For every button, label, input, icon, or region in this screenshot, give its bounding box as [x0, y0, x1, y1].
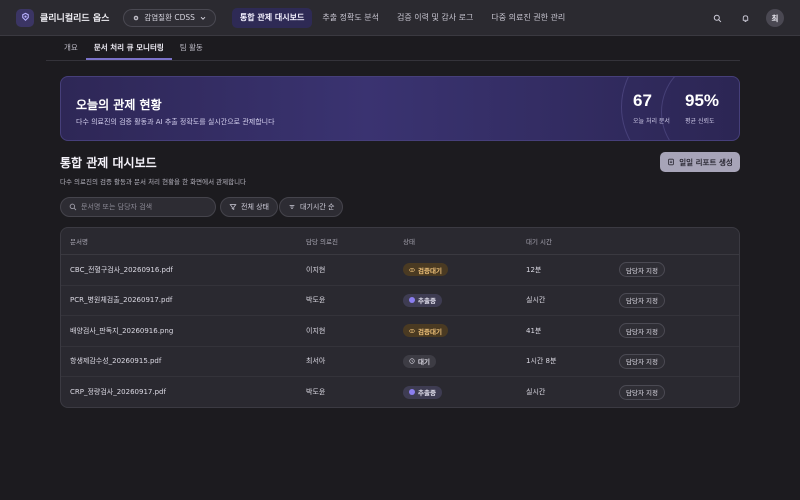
- daily-report-label: 일일 리포트 생성: [679, 157, 733, 167]
- wait-time: 1시간 8분: [526, 357, 557, 366]
- table-row[interactable]: 항생제감수성_20260915.pdf 최서아 대기 1시간 8분 담당자 지정: [61, 347, 739, 377]
- sort-selector[interactable]: 대기시간 순: [279, 197, 344, 217]
- doc-name: 배양검사_판독지_20260916.png: [70, 326, 174, 335]
- status-filter[interactable]: 전체 상태: [220, 197, 278, 217]
- nav-dashboard[interactable]: 통합 관제 대시보드: [231, 7, 313, 28]
- eye-icon: [409, 328, 415, 333]
- owner-name: 박도윤: [306, 296, 326, 305]
- nav-extraction-accuracy[interactable]: 추출 정확도 분석: [314, 8, 387, 28]
- stat-docs-today: 67 오늘 처리 문서: [633, 91, 670, 125]
- search-icon: [69, 203, 77, 211]
- doc-name: CRP_정량검사_20260917.pdf: [70, 388, 166, 397]
- document-icon: [668, 158, 675, 166]
- owner-name: 이지현: [306, 326, 326, 335]
- search-icon[interactable]: [710, 11, 724, 25]
- app-name: 클리니컬리드 옵스: [40, 14, 110, 24]
- context-selector[interactable]: 감염질환 CDSS: [123, 8, 216, 27]
- context-label: 감염질환 CDSS: [144, 13, 195, 22]
- table-row[interactable]: CRP_정량검사_20260917.pdf 박도윤 추출중 실시간 담당자 지정: [61, 377, 739, 407]
- document-queue-table: 문서명 담당 의료진 상태 대기 시간 CBC_전혈구검사_20260916.p…: [60, 227, 740, 408]
- status-badge: 검증대기: [403, 324, 448, 338]
- status-badge: 추출중: [403, 293, 442, 307]
- page-title: 통합 관제 대시보드: [60, 156, 157, 170]
- filter-icon: [229, 204, 237, 210]
- column-header: 대기 시간: [526, 238, 552, 246]
- column-header: 담당 의료진: [306, 238, 338, 246]
- status-badge: 검증대기: [403, 263, 448, 277]
- status-label: 검증대기: [418, 266, 442, 275]
- main-nav: 통합 관제 대시보드 추출 정확도 분석 검증 이력 및 감사 로그 다중 의료…: [231, 7, 573, 28]
- table-row[interactable]: PCR_병원체검출_20260917.pdf 박도윤 추출중 실시간 담당자 지…: [61, 286, 739, 316]
- clock-icon: [409, 358, 415, 364]
- nav-permissions[interactable]: 다중 의료진 권한 관리: [483, 8, 573, 28]
- pulse-dot-icon: [409, 389, 415, 396]
- hero-title: 오늘의 관제 현황: [76, 98, 162, 112]
- page-subtitle: 다수 의료진의 검증 활동과 문서 처리 현황을 한 화면에서 관제합니다: [60, 178, 247, 186]
- status-label: 검증대기: [418, 327, 442, 336]
- assign-button[interactable]: 담당자 지정: [619, 384, 665, 400]
- pulse-dot-icon: [409, 297, 415, 304]
- stat-label: 평균 신뢰도: [685, 118, 715, 125]
- status-filter-label: 전체 상태: [241, 203, 269, 211]
- table-header: 문서명 담당 의료진 상태 대기 시간: [61, 228, 739, 255]
- hero-banner: 오늘의 관제 현황 다수 의료진의 검증 활동과 AI 추출 정확도를 실시간으…: [60, 76, 740, 141]
- assign-button[interactable]: 담당자 지정: [619, 262, 665, 278]
- assign-button[interactable]: 담당자 지정: [619, 292, 665, 308]
- owner-name: 최서아: [306, 357, 326, 366]
- stat-value: 95%: [685, 91, 720, 110]
- chevron-down-icon: [200, 16, 206, 20]
- divider: [46, 60, 740, 61]
- gear-icon: [134, 15, 139, 20]
- assign-button[interactable]: 담당자 지정: [619, 323, 665, 339]
- sub-tabs: 개요 문서 처리 큐 모니터링 팀 활동: [0, 36, 800, 60]
- bell-icon[interactable]: [738, 11, 752, 25]
- wait-time: 41분: [526, 326, 542, 335]
- owner-name: 이지현: [306, 265, 326, 274]
- column-header: 문서명: [70, 238, 88, 246]
- column-header: 상태: [403, 238, 415, 246]
- stat-avg-confidence: 95% 평균 신뢰도: [685, 91, 719, 125]
- stat-value: 67: [633, 91, 652, 110]
- logo-icon: [16, 8, 34, 27]
- hero-subtitle: 다수 의료진의 검증 활동과 AI 추출 정확도를 실시간으로 관제합니다: [76, 118, 275, 126]
- tab-queue-monitoring[interactable]: 문서 처리 큐 모니터링: [85, 36, 172, 60]
- status-badge: 추출중: [403, 385, 442, 399]
- sort-icon: [289, 205, 295, 209]
- status-label: 대기: [418, 358, 430, 367]
- assign-button[interactable]: 담당자 지정: [619, 353, 665, 369]
- search-input[interactable]: [81, 203, 211, 211]
- status-label: 추출중: [418, 389, 436, 398]
- sort-label: 대기시간 순: [300, 203, 335, 211]
- wait-time: 실시간: [526, 388, 546, 397]
- search-box: [60, 197, 216, 217]
- top-bar: 클리니컬리드 옵스 감염질환 CDSS 통합 관제 대시보드 추출 정확도 분석…: [0, 0, 800, 36]
- eye-icon: [409, 267, 415, 272]
- nav-audit-log[interactable]: 검증 이력 및 감사 로그: [389, 8, 481, 28]
- doc-name: 항생제감수성_20260915.pdf: [70, 357, 162, 366]
- wait-time: 실시간: [526, 296, 546, 305]
- doc-name: CBC_전혈구검사_20260916.pdf: [70, 265, 173, 274]
- table-row[interactable]: 배양검사_판독지_20260916.png 이지현 검증대기 41분 담당자 지…: [61, 316, 739, 347]
- avatar[interactable]: 최: [766, 9, 784, 27]
- status-badge: 대기: [403, 354, 436, 368]
- stat-label: 오늘 처리 문서: [633, 118, 670, 125]
- owner-name: 박도윤: [306, 388, 326, 397]
- tab-overview[interactable]: 개요: [56, 36, 86, 60]
- tab-team-activity[interactable]: 팀 활동: [172, 36, 211, 60]
- table-row[interactable]: CBC_전혈구검사_20260916.pdf 이지현 검증대기 12분 담당자 …: [61, 255, 739, 286]
- doc-name: PCR_병원체검출_20260917.pdf: [70, 296, 173, 305]
- daily-report-button[interactable]: 일일 리포트 생성: [660, 152, 740, 172]
- wait-time: 12분: [526, 265, 542, 274]
- status-label: 추출중: [418, 297, 436, 306]
